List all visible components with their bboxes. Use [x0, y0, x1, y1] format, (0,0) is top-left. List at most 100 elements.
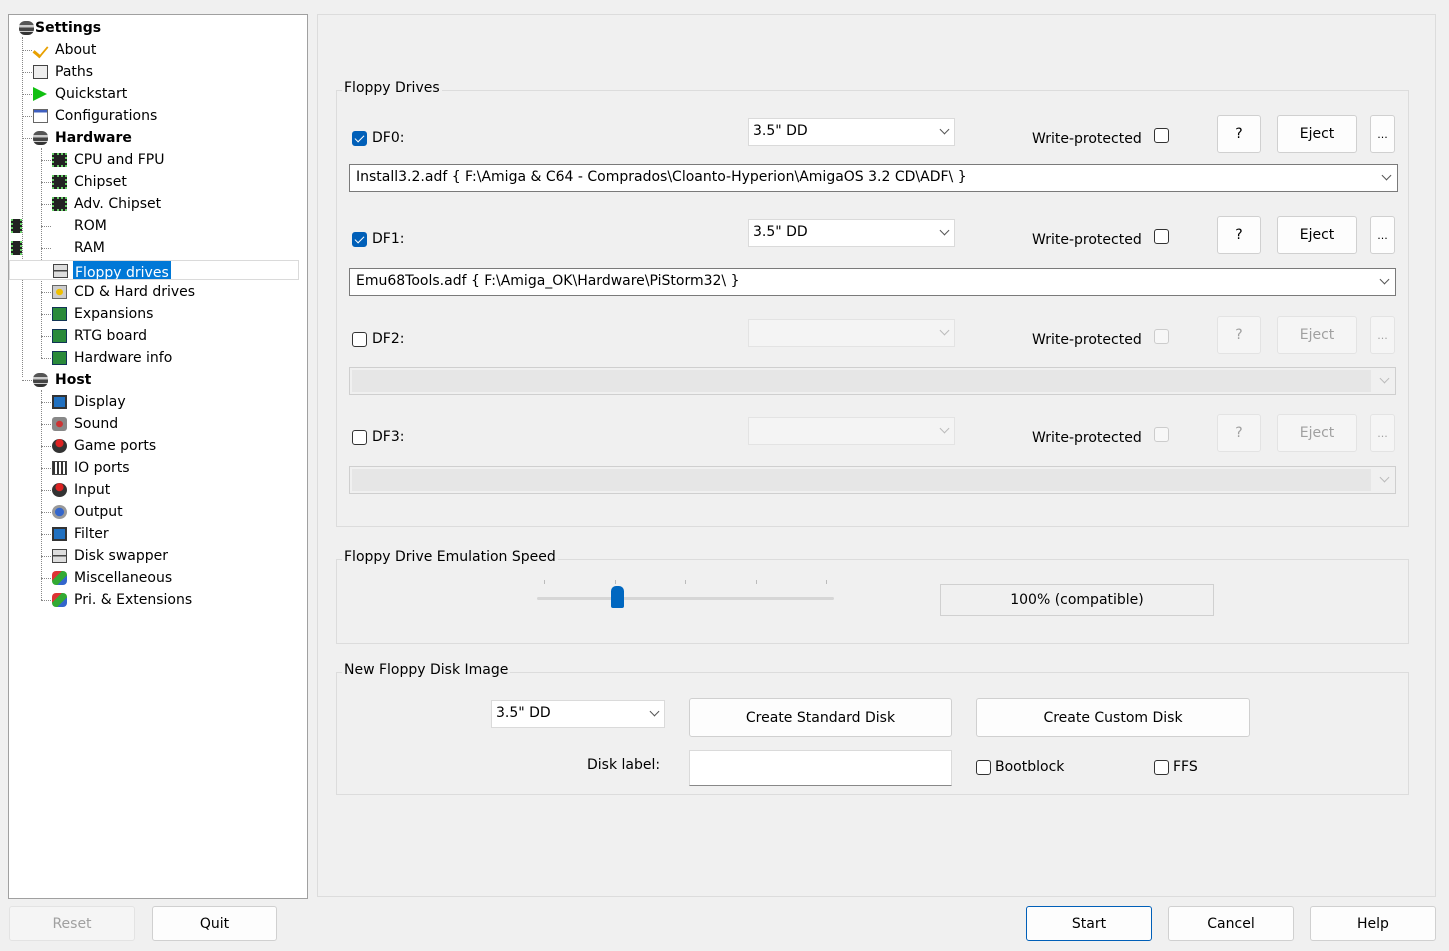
df3-info-button[interactable]: ?: [1217, 414, 1261, 452]
tree-item-pri-extensions[interactable]: Pri. & Extensions: [9, 590, 299, 610]
tree-item-label: Adv. Chipset: [74, 196, 162, 212]
df0-type-select[interactable]: 3.5" DD: [748, 118, 955, 146]
tree-item-label: Settings: [35, 20, 102, 36]
tree-item-sound[interactable]: Sound: [9, 414, 299, 434]
tree-item-io-ports[interactable]: IO ports: [9, 458, 299, 478]
df1-path-combo[interactable]: Emu68Tools.adf { F:\Amiga_OK\Hardware\Pi…: [349, 268, 1396, 296]
df2-browse-button[interactable]: ...: [1370, 316, 1395, 354]
tree-item-label: Quickstart: [55, 86, 128, 102]
tree-item-rom[interactable]: ROM: [9, 216, 299, 236]
settings-tree[interactable]: Settings About Paths Quickstart Configuratio…: [8, 14, 308, 899]
df3-type-select[interactable]: [748, 417, 955, 445]
df3-write-protected-checkbox[interactable]: [1154, 427, 1169, 442]
df2-path-combo[interactable]: [349, 367, 1396, 395]
df3-browse-button[interactable]: ...: [1370, 414, 1395, 452]
tree-item-miscellaneous[interactable]: Miscellaneous: [9, 568, 299, 588]
tree-item-host[interactable]: Host: [9, 370, 299, 390]
tree-item-settings[interactable]: Settings: [9, 18, 299, 38]
df0-write-protected-checkbox[interactable]: [1154, 128, 1169, 143]
df2-info-button[interactable]: ?: [1217, 316, 1261, 354]
tree-item-label: IO ports: [74, 460, 130, 476]
tree-item-label: Hardware: [55, 130, 132, 146]
tree-item-game-ports[interactable]: Game ports: [9, 436, 299, 456]
speed-value-button[interactable]: 100% (compatible): [940, 584, 1214, 616]
df1-info-button[interactable]: ?: [1217, 216, 1261, 254]
quit-button[interactable]: Quit: [152, 906, 277, 941]
reset-button[interactable]: Reset: [9, 906, 135, 941]
df1-path-value: Emu68Tools.adf { F:\Amiga_OK\Hardware\Pi…: [356, 273, 740, 289]
bootblock-label: Bootblock: [995, 759, 1065, 775]
ffs-checkbox[interactable]: [1154, 760, 1169, 775]
tree-item-quickstart[interactable]: Quickstart: [9, 84, 299, 104]
chevron-down-icon: [939, 423, 950, 434]
tree-item-display[interactable]: Display: [9, 392, 299, 412]
tree-item-configurations[interactable]: Configurations: [9, 106, 299, 126]
chevron-down-icon: [1379, 274, 1390, 285]
df1-label: DF1:: [372, 231, 405, 247]
misc-icon: [52, 571, 67, 585]
tree-item-label: Host: [55, 372, 92, 388]
tree-item-hardware[interactable]: Hardware: [9, 128, 299, 148]
tree-item-label: Filter: [74, 526, 109, 542]
df2-enable-checkbox[interactable]: [352, 332, 367, 347]
df1-write-protected-checkbox[interactable]: [1154, 229, 1169, 244]
tree-item-rtg-board[interactable]: RTG board: [9, 326, 299, 346]
memory-chip-icon: [11, 219, 22, 233]
df0-path-combo[interactable]: Install3.2.adf { F:\Amiga & C64 - Compra…: [349, 164, 1398, 192]
chevron-down-icon: [939, 325, 950, 336]
df3-eject-button[interactable]: Eject: [1277, 414, 1357, 452]
tree-item-filter[interactable]: Filter: [9, 524, 299, 544]
tree-item-label: Chipset: [74, 174, 127, 190]
tree-item-about[interactable]: About: [9, 40, 299, 60]
tree-item-floppy-drives[interactable]: Floppy drives: [9, 260, 299, 280]
df2-write-protected-label: Write-protected: [1032, 332, 1142, 348]
speed-slider-track[interactable]: [537, 597, 834, 600]
df0-eject-button[interactable]: Eject: [1277, 115, 1357, 153]
tree-item-label: Paths: [55, 64, 94, 80]
cancel-button[interactable]: Cancel: [1168, 906, 1294, 941]
tree-item-output[interactable]: Output: [9, 502, 299, 522]
bootblock-checkbox[interactable]: [976, 760, 991, 775]
df0-browse-button[interactable]: ...: [1370, 115, 1395, 153]
df3-enable-checkbox[interactable]: [352, 430, 367, 445]
new-disk-type-select[interactable]: 3.5" DD: [491, 700, 665, 728]
tree-item-expansions[interactable]: Expansions: [9, 304, 299, 324]
df1-enable-checkbox[interactable]: [352, 232, 367, 247]
chip-icon: [52, 153, 67, 167]
df3-write-protected-label: Write-protected: [1032, 430, 1142, 446]
df1-type-select[interactable]: 3.5" DD: [748, 219, 955, 247]
df0-path-value: Install3.2.adf { F:\Amiga & C64 - Compra…: [356, 169, 967, 185]
create-standard-disk-button[interactable]: Create Standard Disk: [689, 698, 952, 737]
tree-item-label: About: [55, 42, 97, 58]
tree-item-label: Disk swapper: [74, 548, 168, 564]
disk-label-input[interactable]: [689, 750, 952, 786]
df0-enable-checkbox[interactable]: [352, 131, 367, 146]
df0-info-button[interactable]: ?: [1217, 115, 1261, 153]
df1-browse-button[interactable]: ...: [1370, 216, 1395, 254]
help-button[interactable]: Help: [1310, 906, 1436, 941]
disk-stack-icon: [33, 373, 48, 387]
tree-item-disk-swapper[interactable]: Disk swapper: [9, 546, 299, 566]
df1-eject-button[interactable]: Eject: [1277, 216, 1357, 254]
tree-item-cd-hard-drives[interactable]: CD & Hard drives: [9, 282, 299, 302]
tree-item-cpu-and-fpu[interactable]: CPU and FPU: [9, 150, 299, 170]
speed-title: Floppy Drive Emulation Speed: [342, 549, 558, 565]
start-button[interactable]: Start: [1026, 906, 1152, 941]
tree-item-adv-chipset[interactable]: Adv. Chipset: [9, 194, 299, 214]
speaker-icon: [52, 417, 67, 431]
ffs-label: FFS: [1173, 759, 1198, 775]
hard-drive-icon: [52, 285, 67, 299]
create-custom-disk-button[interactable]: Create Custom Disk: [976, 698, 1250, 737]
df3-path-combo[interactable]: [349, 466, 1396, 494]
speed-slider-thumb[interactable]: [611, 586, 625, 608]
tree-item-input[interactable]: Input: [9, 480, 299, 500]
tree-item-ram[interactable]: RAM: [9, 238, 299, 258]
df2-write-protected-checkbox[interactable]: [1154, 329, 1169, 344]
tree-item-label: Output: [74, 504, 123, 520]
expansion-card-icon: [52, 307, 67, 321]
df2-type-select[interactable]: [748, 319, 955, 347]
tree-item-chipset[interactable]: Chipset: [9, 172, 299, 192]
tree-item-paths[interactable]: Paths: [9, 62, 299, 82]
df2-eject-button[interactable]: Eject: [1277, 316, 1357, 354]
tree-item-hardware-info[interactable]: Hardware info: [9, 348, 299, 368]
